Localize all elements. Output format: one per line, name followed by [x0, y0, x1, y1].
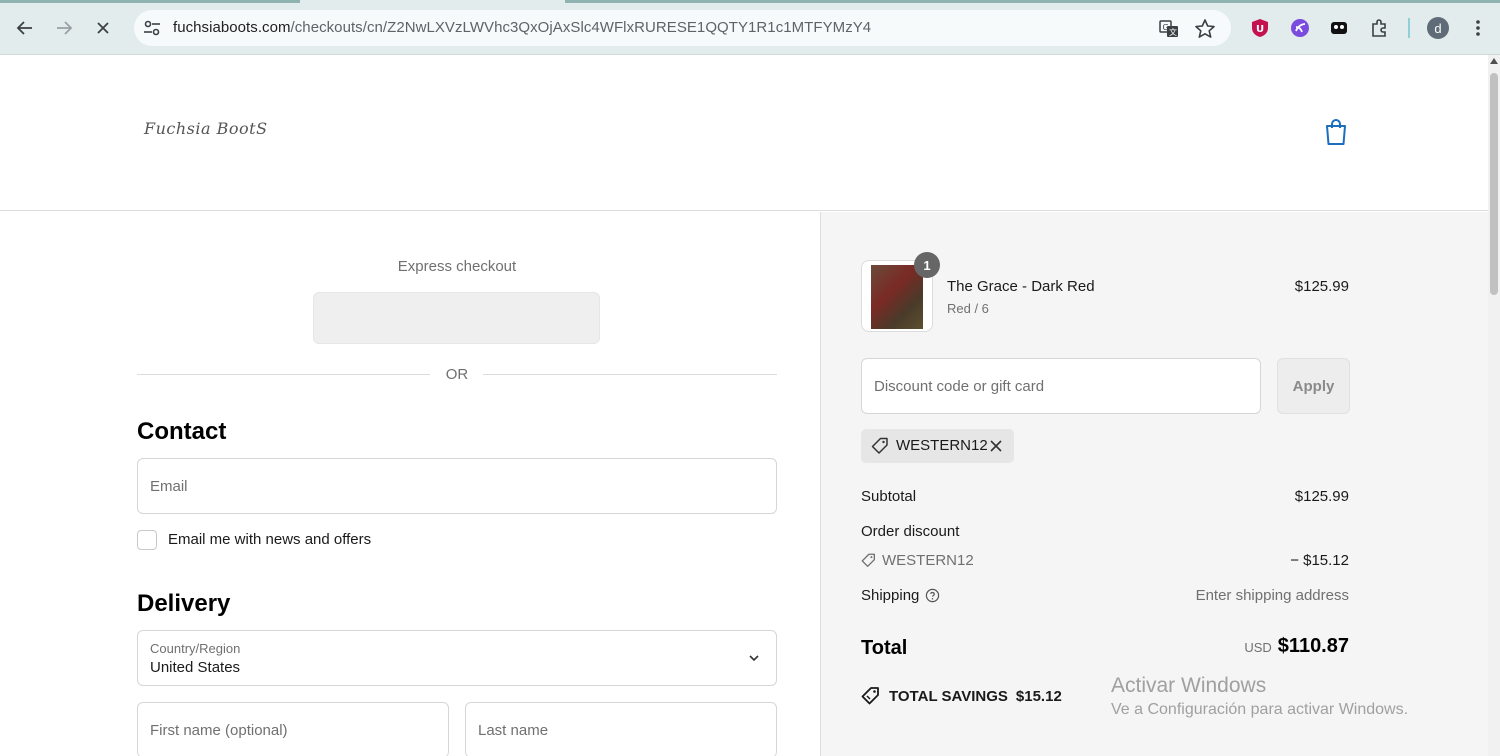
mask-extension-icon[interactable]: [1327, 16, 1351, 40]
divider-right: [483, 374, 777, 375]
site-info-icon[interactable]: [142, 18, 162, 38]
total-amount: USD $110.87: [1244, 635, 1349, 658]
stop-loading-icon[interactable]: [89, 14, 117, 42]
translate-icon[interactable]: G文: [1158, 18, 1180, 40]
page-scrollbar[interactable]: [1488, 55, 1500, 756]
email-field[interactable]: Email: [137, 458, 777, 514]
last-name-field[interactable]: Last name: [465, 702, 777, 756]
checkout-header: Fuchsia BootS: [0, 55, 1488, 211]
product-name: The Grace - Dark Red: [947, 278, 1095, 295]
applied-code: WESTERN12: [896, 437, 988, 454]
svg-text:文: 文: [1169, 27, 1177, 37]
email-placeholder: Email: [150, 478, 188, 495]
shipping-value: Enter shipping address: [1195, 587, 1349, 604]
ublock-extension-icon[interactable]: U: [1248, 16, 1272, 40]
subtotal-label: Subtotal: [861, 488, 917, 505]
quantity-badge: 1: [914, 252, 940, 278]
contact-heading: Contact: [137, 418, 227, 445]
country-label: Country/Region: [150, 641, 241, 656]
discount-placeholder: Discount code or gift card: [874, 378, 1045, 395]
chevron-down-icon: [749, 655, 759, 662]
order-discount-label: Order discount: [861, 523, 960, 540]
total-value: $110.87: [1277, 635, 1349, 657]
scrollbar-thumb[interactable]: [1490, 73, 1498, 295]
scroll-up-arrow-icon[interactable]: [1490, 58, 1498, 64]
toolbar-separator: [1408, 18, 1410, 38]
address-bar[interactable]: fuchsiaboots.com/checkouts/cn/Z2NwLXVzLW…: [134, 10, 1231, 46]
discount-code-field[interactable]: Discount code or gift card: [861, 358, 1261, 414]
windows-activation-watermark: Activar Windows Ve a Configuración para …: [1111, 674, 1408, 719]
purple-extension-icon[interactable]: [1288, 16, 1312, 40]
country-select[interactable]: Country/Region United States: [137, 630, 777, 686]
discount-code-row: WESTERN12: [861, 552, 974, 569]
watermark-title: Activar Windows: [1111, 674, 1267, 697]
savings-tag-icon: [861, 687, 879, 705]
help-icon[interactable]: [925, 588, 940, 603]
newsletter-checkbox[interactable]: [137, 530, 157, 550]
remove-discount-icon[interactable]: [989, 439, 1003, 453]
product-image: [871, 265, 923, 329]
currency-code: USD: [1244, 640, 1272, 655]
discount-code-text: WESTERN12: [882, 552, 974, 569]
extensions-puzzle-icon[interactable]: [1367, 16, 1391, 40]
profile-avatar[interactable]: d: [1426, 16, 1450, 40]
tag-icon: [871, 437, 888, 454]
back-icon[interactable]: [11, 14, 39, 42]
divider-left: [137, 374, 430, 375]
country-value: United States: [150, 659, 241, 676]
product-price: $125.99: [1294, 278, 1349, 295]
first-name-placeholder: First name (optional): [150, 722, 288, 739]
url-host: fuchsiaboots.com: [173, 19, 291, 36]
bookmark-star-icon[interactable]: [1194, 18, 1216, 40]
total-label: Total: [861, 637, 908, 659]
shipping-label: Shipping: [861, 587, 920, 604]
svg-text:U: U: [1256, 24, 1264, 35]
savings-value: $15.12: [1015, 687, 1062, 705]
first-name-field[interactable]: First name (optional): [137, 702, 449, 756]
tag-icon: [861, 553, 875, 567]
apply-discount-button[interactable]: Apply: [1277, 358, 1350, 414]
kebab-menu-icon[interactable]: [1466, 16, 1490, 40]
delivery-heading: Delivery: [137, 590, 231, 617]
express-checkout-title: Express checkout: [397, 258, 517, 275]
watermark-subtitle: Ve a Configuración para activar Windows.: [1111, 701, 1409, 718]
shopping-bag-icon[interactable]: [1324, 118, 1348, 146]
last-name-placeholder: Last name: [478, 722, 549, 739]
discount-value: − $15.12: [1290, 552, 1349, 569]
newsletter-label[interactable]: Email me with news and offers: [168, 531, 371, 548]
shipping-row: Shipping: [861, 587, 940, 604]
store-logo[interactable]: Fuchsia BootS: [144, 119, 268, 138]
url-text[interactable]: fuchsiaboots.com/checkouts/cn/Z2NwLXVzLW…: [173, 19, 871, 36]
total-savings: TOTAL SAVINGS $15.12: [861, 686, 1062, 706]
applied-discount-chip: WESTERN12: [861, 429, 1014, 463]
loading-progress: [0, 0, 300, 3]
or-divider-label: OR: [445, 366, 469, 383]
checkout-page: Fuchsia BootS Express checkout OR Contac…: [0, 55, 1488, 756]
subtotal-value: $125.99: [1294, 488, 1349, 505]
url-path: /checkouts/cn/Z2NwLXVzLWVhc3QxOjAxSlc4WF…: [290, 19, 872, 36]
product-variant: Red / 6: [947, 301, 989, 316]
express-checkout-button[interactable]: [313, 292, 600, 344]
profile-initial: d: [1427, 17, 1449, 39]
loading-progress-track: [565, 0, 1500, 3]
savings-label: TOTAL SAVINGS: [889, 687, 1008, 705]
browser-toolbar: fuchsiaboots.com/checkouts/cn/Z2NwLXVzLW…: [0, 0, 1500, 55]
checkout-form: Express checkout OR Contact Email Email …: [0, 212, 820, 756]
forward-icon[interactable]: [50, 14, 78, 42]
